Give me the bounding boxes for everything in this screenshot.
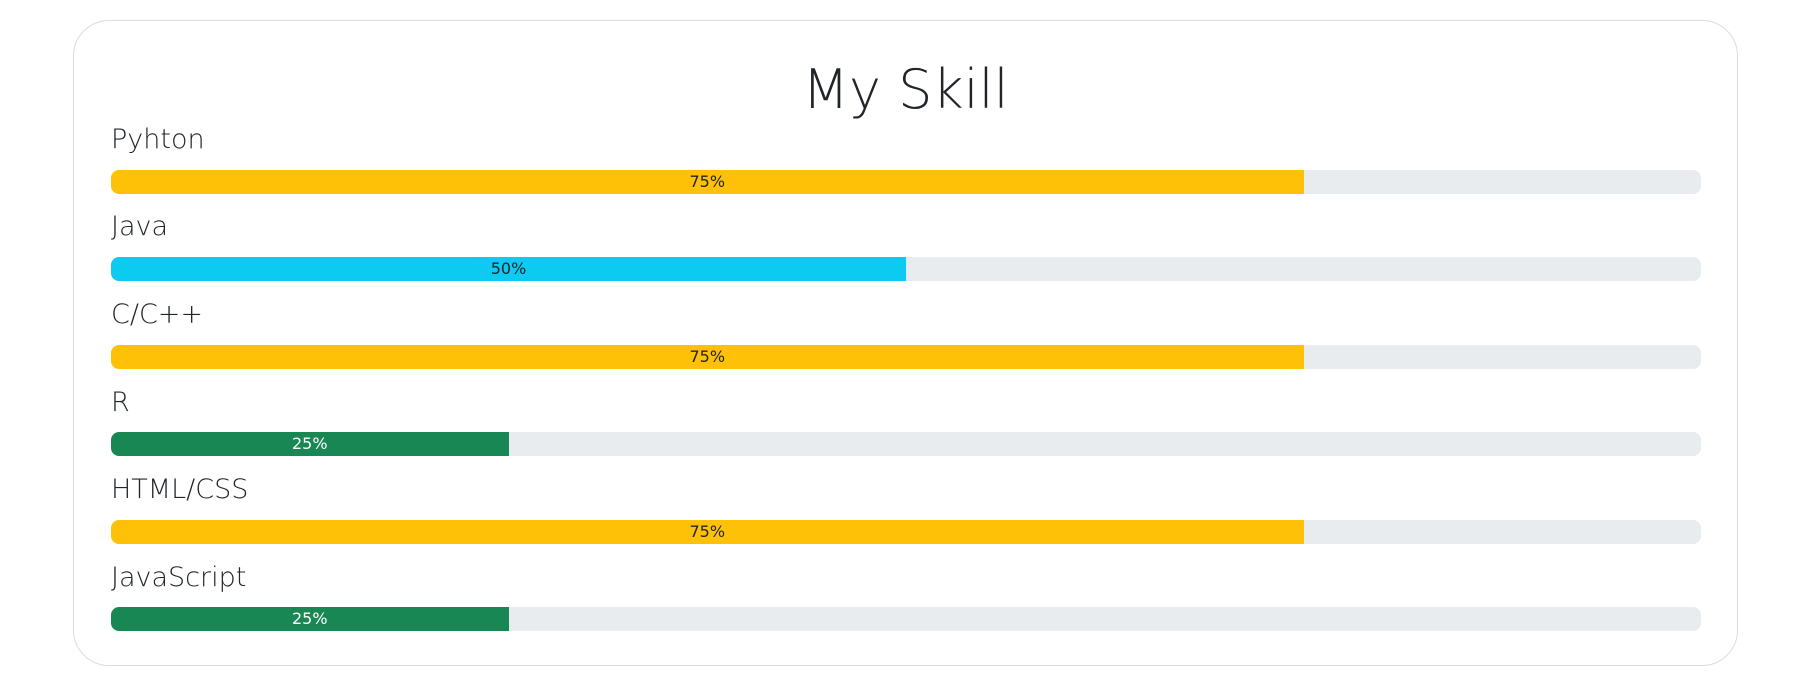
progress-bar-c-cpp: 75% [111,345,1304,369]
progress-value-javascript: 25% [291,609,328,628]
skill-label-python: Pyhton [111,124,205,155]
progress-track-python: 75% [111,170,1701,194]
progress-bar-python: 75% [111,170,1304,194]
progress-bar-javascript: 25% [111,607,509,631]
progress-track-javascript: 25% [111,607,1701,631]
progress-value-java: 50% [490,259,527,278]
skill-label-javascript: JavaScript [111,562,247,593]
progress-track-html-css: 75% [111,520,1701,544]
progress-bar-r: 25% [111,432,509,456]
skill-label-r: R [111,387,130,418]
skills-title: My Skill [802,58,1009,121]
progress-bar-java: 50% [111,257,906,281]
progress-value-python: 75% [689,172,726,191]
progress-bar-html-css: 75% [111,520,1304,544]
progress-track-java: 50% [111,257,1701,281]
progress-track-c-cpp: 75% [111,345,1701,369]
skills-card: My Skill Pyhton 75% Java 50% C/C++ 75% R… [73,20,1738,666]
skill-label-html-css: HTML/CSS [111,474,249,505]
progress-value-c-cpp: 75% [689,347,726,366]
progress-value-html-css: 75% [689,522,726,541]
progress-value-r: 25% [291,434,328,453]
skill-label-java: Java [111,211,169,242]
progress-track-r: 25% [111,432,1701,456]
skill-label-c-cpp: C/C++ [111,299,204,330]
